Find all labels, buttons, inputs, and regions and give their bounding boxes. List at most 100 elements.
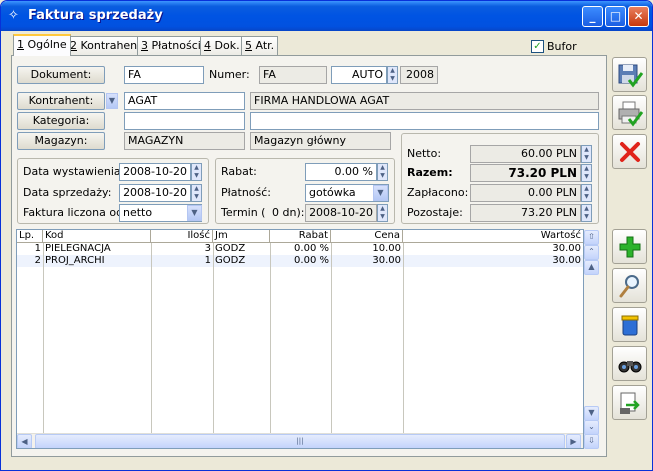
cell-ilosc: 3 [204, 243, 211, 254]
table-row[interactable]: 2 PROJ_ARCHI 1 GODZ 0.00 % 30.00 30.00 [17, 255, 583, 267]
add-item-button[interactable] [612, 229, 647, 264]
maximize-button[interactable]: □ [605, 6, 626, 27]
tab-ogolne[interactable]: 1 Ogólne [13, 34, 71, 56]
scroll-page-down-icon[interactable]: ⌄ [584, 420, 599, 435]
title-bar[interactable]: ✧ Faktura sprzedaży _ □ ✕ [1, 1, 652, 31]
razem-spinner[interactable]: ▲ ▼ [581, 164, 592, 182]
dokument-field[interactable]: FA [124, 66, 204, 84]
table-row[interactable]: 1 PIELEGNACJA 3 GODZ 0.00 % 10.00 30.00 [17, 243, 583, 255]
col-cena[interactable]: Cena [331, 230, 403, 243]
col-divider [213, 243, 214, 433]
print-button[interactable] [612, 95, 647, 130]
data-wystawienia-label: Data wystawienia: [23, 165, 125, 178]
col-divider [270, 243, 271, 433]
items-table[interactable]: Lp. Kod Ilość Jm Rabat Cena Wartość 1 PI… [16, 229, 584, 449]
magazyn-name-field: Magazyn główny [250, 132, 391, 150]
bufor-checkbox[interactable]: ✓ [531, 40, 544, 53]
cell-jm: GODZ [215, 255, 246, 266]
pozostaje-field: 73.20 PLN [470, 204, 581, 222]
kategoria-button[interactable]: Kategoria: [17, 112, 105, 130]
col-wartosc[interactable]: Wartość [403, 230, 583, 243]
col-jm[interactable]: Jm [213, 230, 270, 243]
bufor-label: Bufor [547, 40, 577, 53]
termin-spinner[interactable]: ▲ ▼ [377, 204, 388, 222]
rabat-spinner[interactable]: ▲ ▼ [377, 163, 388, 181]
scroll-right-arrow-icon[interactable]: ▶ [566, 434, 581, 448]
netto-label: Netto: [407, 147, 442, 160]
printer-check-icon [618, 101, 643, 127]
app-icon: ✧ [8, 8, 19, 23]
delete-item-button[interactable] [612, 307, 647, 342]
numer-auto-field[interactable]: AUTO [331, 66, 387, 84]
scroll-bottom-icon[interactable]: ⇩ [584, 434, 599, 449]
scroll-down-icon[interactable]: ▼ [584, 406, 599, 421]
numer-spinner[interactable]: ▲ ▼ [387, 66, 398, 84]
col-lp[interactable]: Lp. [17, 230, 43, 243]
col-divider [331, 243, 332, 433]
col-ilosc[interactable]: Ilość [151, 230, 213, 243]
magazyn-code-field: MAGAZYN [124, 132, 245, 150]
numer-year-field: 2008 [400, 66, 438, 84]
cell-cena: 10.00 [372, 243, 401, 254]
invoice-window: ✧ Faktura sprzedaży _ □ ✕ 1 Ogólne 2 Kon… [0, 0, 653, 471]
scroll-page-up-icon[interactable]: ⌃ [584, 245, 599, 260]
magnifier-icon [619, 275, 639, 298]
termin-field: 2008-10-20 [305, 204, 377, 222]
trash-bin-icon [621, 315, 638, 336]
zaplacono-field: 0.00 PLN [470, 184, 581, 202]
razem-label: Razem: [407, 166, 453, 179]
cell-jm: GODZ [215, 243, 246, 254]
binoculars-icon [618, 361, 641, 373]
cell-kod: PIELEGNACJA [45, 243, 111, 254]
green-plus-icon [619, 236, 640, 258]
zaplacono-spinner[interactable]: ▲ ▼ [581, 184, 592, 202]
scroll-left-arrow-icon[interactable]: ◀ [17, 434, 32, 448]
data-wystawienia-spinner[interactable]: ▲ ▼ [191, 163, 202, 181]
col-divider [151, 243, 152, 433]
faktura-liczona-dropdown[interactable]: ▼ [187, 205, 202, 221]
termin-label: Termin ( [221, 206, 266, 219]
scroll-top-icon[interactable]: ⇧ [584, 230, 599, 245]
import-button[interactable] [612, 385, 647, 420]
scroll-up-icon[interactable]: ▲ [584, 260, 599, 275]
faktura-liczona-label: Faktura liczona od: [23, 206, 127, 219]
save-button[interactable] [612, 57, 647, 92]
kategoria-field[interactable] [124, 112, 245, 130]
scroll-thumb[interactable]: ||| [35, 434, 565, 448]
rabat-label: Rabat: [221, 165, 257, 178]
netto-spinner[interactable]: ▲ ▼ [581, 145, 592, 163]
horizontal-scrollbar[interactable]: ◀ ||| ▶ [17, 433, 583, 448]
cell-rabat: 0.00 % [294, 255, 329, 266]
search-button[interactable] [612, 346, 647, 381]
kontrahent-dropdown[interactable]: ▼ [106, 93, 118, 109]
zaplacono-label: Zapłacono: [407, 186, 469, 199]
pozostaje-spinner[interactable]: ▲ ▼ [581, 204, 592, 222]
magazyn-button[interactable]: Magazyn: [17, 132, 105, 150]
tab-platnosci[interactable]: 3 Płatności [137, 36, 205, 55]
platnosc-dropdown[interactable]: ▼ [373, 185, 388, 201]
cancel-button[interactable] [612, 134, 647, 169]
netto-field: 60.00 PLN [470, 145, 581, 163]
numer-label: Numer: [209, 68, 250, 81]
dokument-button[interactable]: Dokument: [17, 66, 105, 84]
cell-kod: PROJ_ARCHI [45, 255, 105, 266]
tab-atr[interactable]: 5 Atr. [241, 36, 279, 55]
tab-kontrahent[interactable]: 2 Kontrahent [66, 36, 146, 55]
tab-dok[interactable]: 4 Dok. [200, 36, 244, 55]
col-kod[interactable]: Kod [43, 230, 151, 243]
cell-cena: 30.00 [372, 255, 401, 266]
rabat-field[interactable]: 0.00 % [305, 163, 377, 181]
minimize-button[interactable]: _ [582, 6, 603, 27]
kategoria-desc-field[interactable] [250, 112, 599, 130]
close-button[interactable]: ✕ [628, 6, 649, 27]
kontrahent-code-field[interactable]: AGAT [124, 92, 245, 110]
data-sprzedazy-spinner[interactable]: ▲ ▼ [191, 184, 202, 202]
col-divider [403, 243, 404, 433]
kontrahent-button[interactable]: Kontrahent: [17, 92, 105, 110]
col-rabat[interactable]: Rabat [270, 230, 331, 243]
data-sprzedazy-field[interactable]: 2008-10-20 [119, 184, 191, 202]
cell-rabat: 0.00 % [294, 243, 329, 254]
cell-lp: 2 [34, 255, 41, 266]
view-item-button[interactable] [612, 268, 647, 303]
data-wystawienia-field[interactable]: 2008-10-20 [119, 163, 191, 181]
